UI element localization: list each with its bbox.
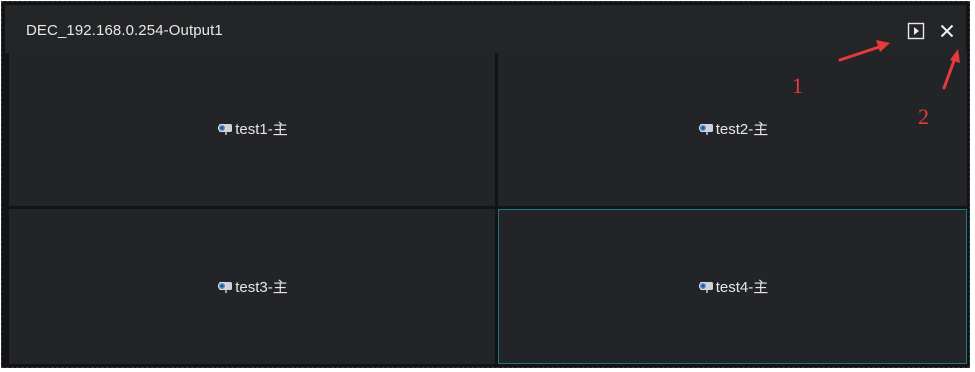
grid-cell-4-selected[interactable]: test4-主 [498,209,967,364]
camera-icon [218,123,233,135]
close-button[interactable] [936,20,958,42]
camera-item: test2-主 [697,118,769,139]
output-grid: test1-主 test2-主 test3-主 test4-主 [9,51,967,366]
camera-item: test4-主 [697,276,769,297]
window-title: DEC_192.168.0.254-Output1 [26,22,223,39]
camera-label: test1-主 [235,121,288,138]
camera-label: test3-主 [235,279,288,296]
grid-cell-2[interactable]: test2-主 [498,51,967,206]
camera-label: test4-主 [715,279,769,296]
camera-icon [698,123,713,135]
play-icon [907,22,925,40]
window-titlebar: DEC_192.168.0.254-Output1 [5,5,966,53]
camera-item: test1-主 [216,118,288,139]
camera-icon [218,281,233,293]
camera-item: test3-主 [216,276,288,297]
grid-cell-1[interactable]: test1-主 [9,51,495,206]
close-icon [940,24,954,38]
play-button[interactable] [905,20,927,42]
camera-label: test2-主 [715,121,769,138]
camera-icon [698,281,713,293]
grid-cell-3[interactable]: test3-主 [9,209,495,364]
annotation-marker-1: 1 [792,73,803,98]
annotation-marker-2: 2 [918,104,929,129]
